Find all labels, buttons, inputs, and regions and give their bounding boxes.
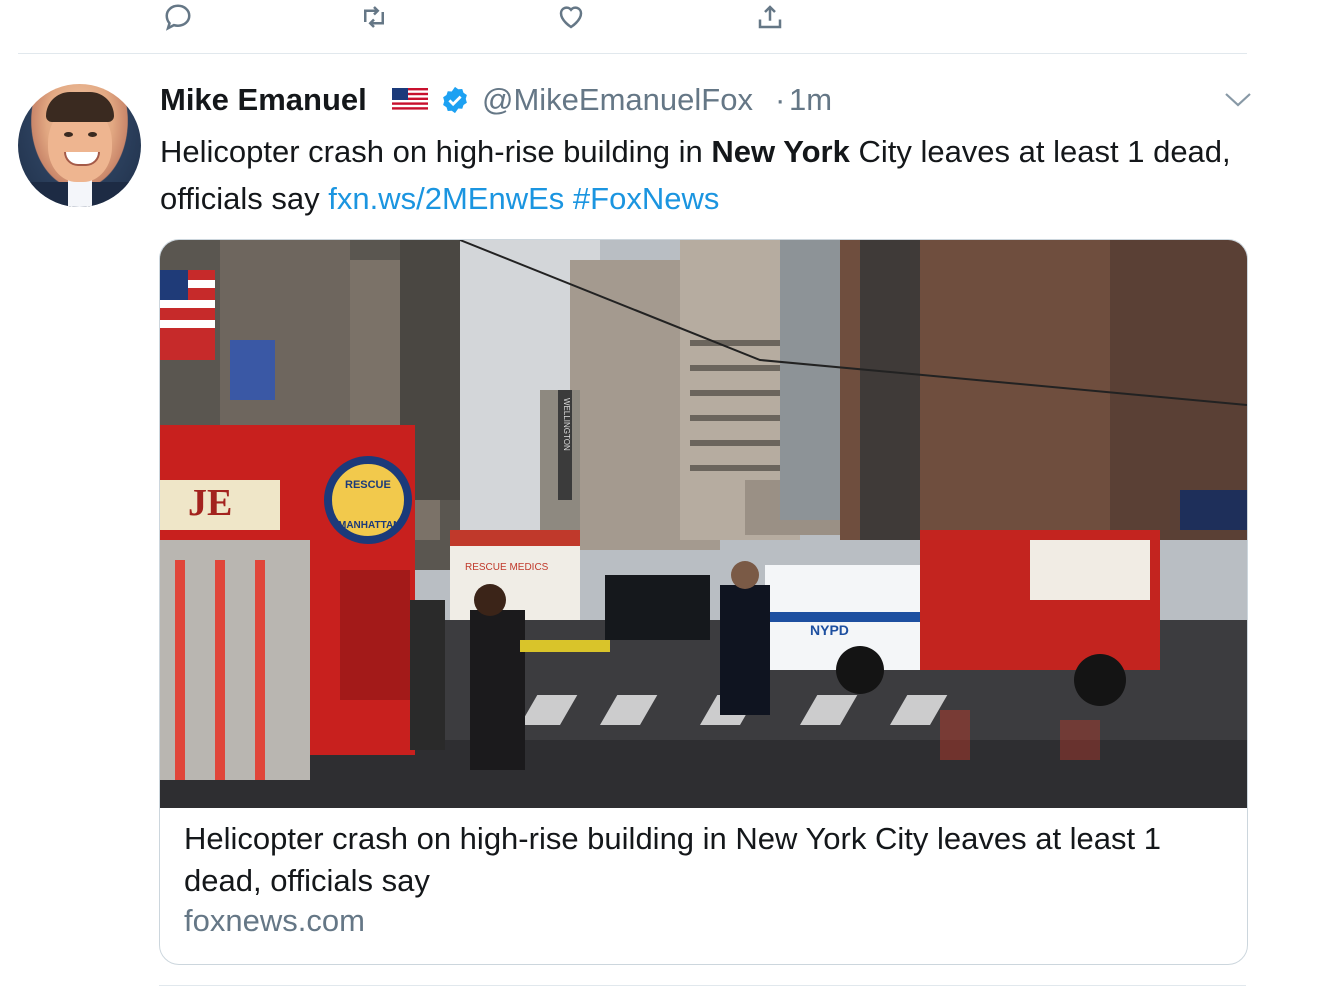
separator: · [775, 82, 786, 117]
tweet-text-bold: New York [711, 134, 850, 169]
tweet-divider [18, 53, 1247, 54]
tweet-timestamp[interactable]: 1m [789, 82, 832, 118]
retweet-icon [364, 6, 384, 28]
hashtag-link[interactable]: #FoxNews [573, 181, 719, 216]
tweet-text-part: Helicopter crash on high-rise building i… [160, 134, 712, 169]
retweet-button[interactable] [356, 0, 392, 34]
card-title[interactable]: Helicopter crash on high-rise building i… [184, 818, 1224, 902]
card-domain: foxnews.com [184, 903, 365, 938]
share-button[interactable] [752, 0, 788, 34]
svg-text:JE: JE [188, 482, 232, 524]
chevron-down-icon[interactable] [1222, 88, 1254, 110]
wellington-label: WELLINGTON [562, 398, 571, 451]
rescue-medics-label: RESCUE MEDICS [465, 562, 549, 573]
manhattan-label: MANHATTAN [338, 520, 400, 531]
flag-us-icon [392, 88, 428, 112]
like-button[interactable] [553, 0, 589, 34]
author-name[interactable]: Mike Emanuel [160, 82, 367, 118]
heart-icon [559, 6, 583, 29]
reply-button[interactable] [160, 0, 196, 34]
verified-badge-icon [443, 86, 467, 114]
rescue-label: RESCUE [345, 479, 391, 491]
share-icon [758, 5, 782, 29]
reply-icon [165, 4, 191, 31]
avatar[interactable] [18, 84, 141, 207]
news-photo: JE RESCUE MANHATTAN RESCUE MEDICS WELLIN… [160, 240, 1247, 808]
tweet-link[interactable]: fxn.ws/2MEnwEs [328, 181, 564, 216]
link-card[interactable]: JE RESCUE MANHATTAN RESCUE MEDICS WELLIN… [159, 239, 1248, 965]
author-handle[interactable]: @MikeEmanuelFox [482, 82, 753, 118]
tweet-text: Helicopter crash on high-rise building i… [160, 128, 1250, 222]
next-tweet-divider [159, 985, 1246, 996]
nypd-label: NYPD [810, 622, 849, 638]
